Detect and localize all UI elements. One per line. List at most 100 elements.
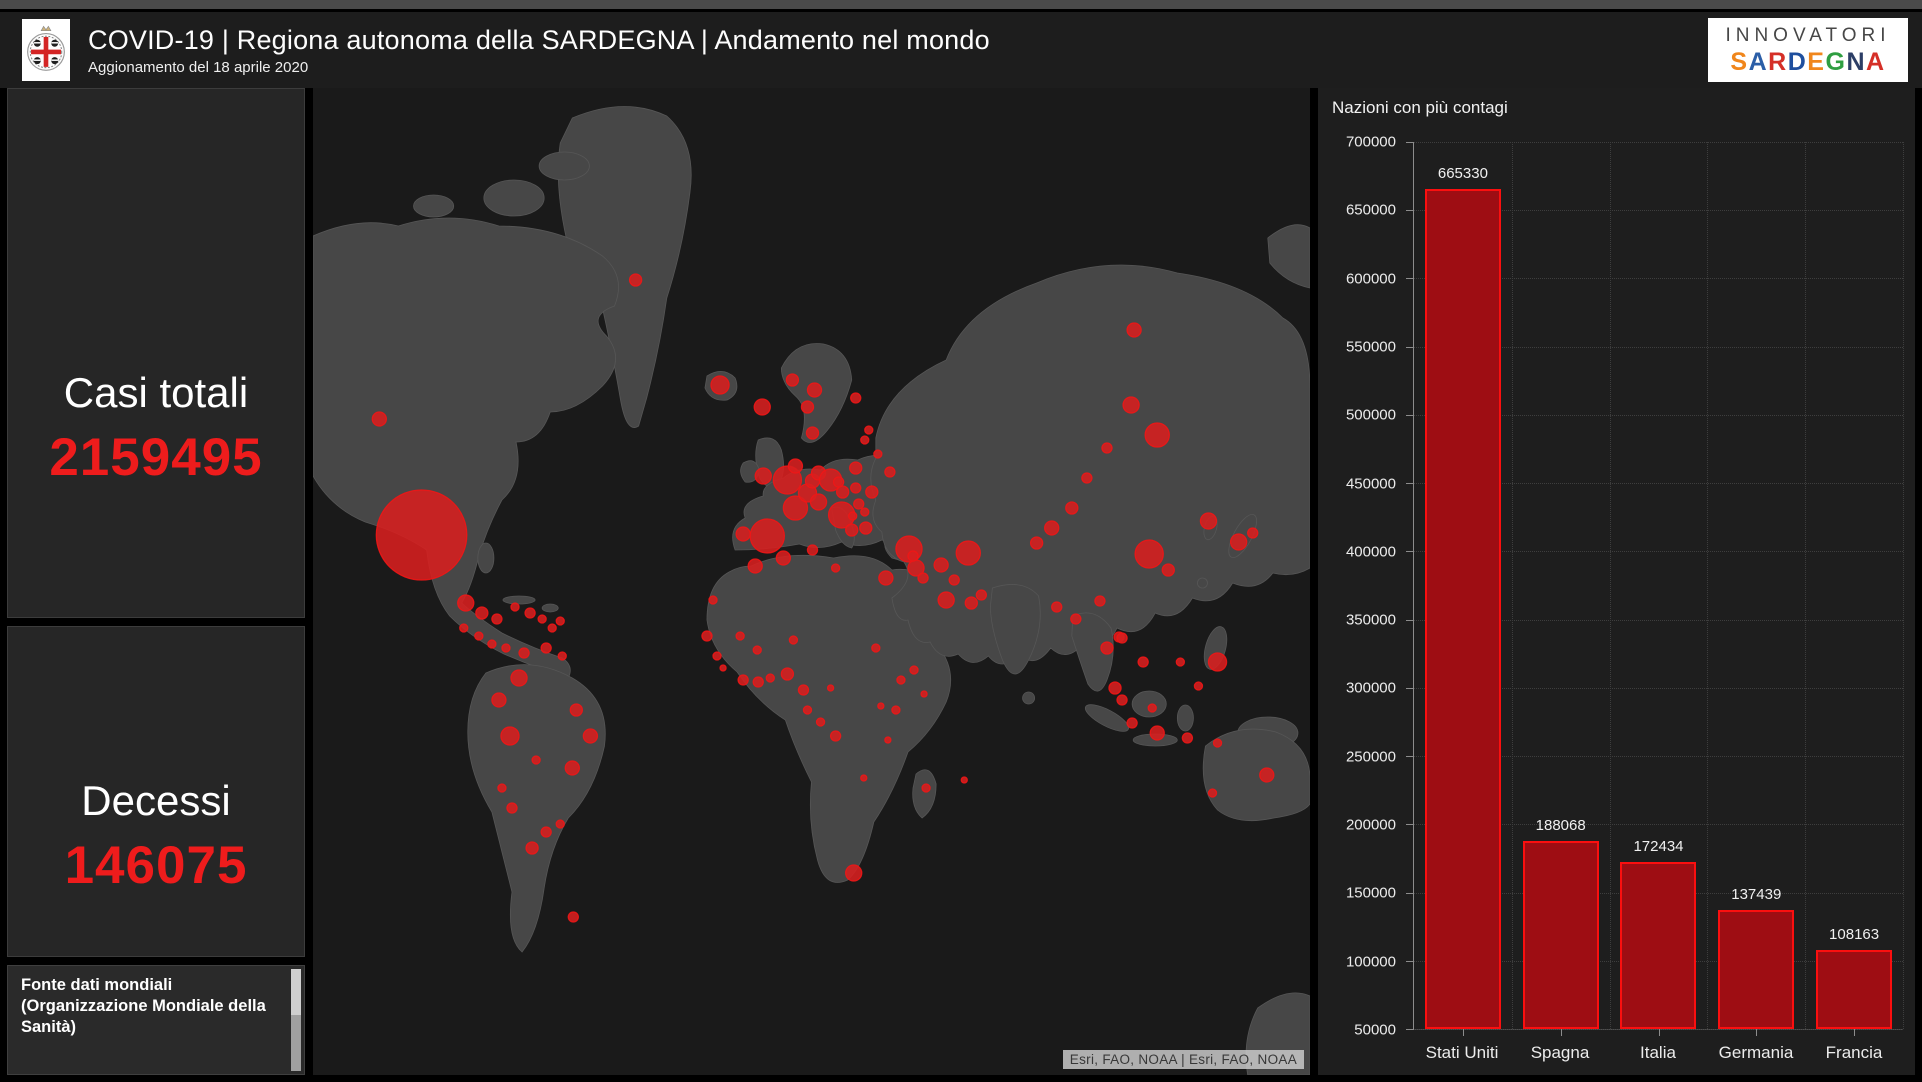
case-bubble[interactable] xyxy=(1045,521,1059,535)
case-bubble[interactable] xyxy=(565,761,579,775)
case-bubble[interactable] xyxy=(874,450,882,458)
case-bubble[interactable] xyxy=(965,597,977,609)
case-bubble[interactable] xyxy=(885,467,895,477)
case-bubble[interactable] xyxy=(846,865,862,881)
case-bubble[interactable] xyxy=(498,784,506,792)
case-bubble[interactable] xyxy=(781,668,793,680)
case-bubble[interactable] xyxy=(961,777,967,783)
case-bubble[interactable] xyxy=(570,704,582,716)
total-cases-card[interactable]: Casi totali 2159495 xyxy=(7,88,305,618)
case-bubble[interactable] xyxy=(786,374,798,386)
case-bubble[interactable] xyxy=(556,617,564,625)
case-bubble[interactable] xyxy=(376,490,466,580)
case-bubble[interactable] xyxy=(1208,653,1226,671)
case-bubble[interactable] xyxy=(548,624,556,632)
case-bubble[interactable] xyxy=(1082,473,1092,483)
case-bubble[interactable] xyxy=(934,558,948,572)
case-bubble[interactable] xyxy=(583,729,597,743)
case-bubble[interactable] xyxy=(460,624,468,632)
case-bubble[interactable] xyxy=(1145,423,1169,447)
case-bubble[interactable] xyxy=(1123,397,1139,413)
case-bubble[interactable] xyxy=(492,614,502,624)
case-bubble[interactable] xyxy=(630,274,642,286)
world-map-canvas[interactable] xyxy=(313,88,1310,1075)
case-bubble[interactable] xyxy=(1231,534,1247,550)
case-bubble[interactable] xyxy=(810,494,826,510)
deaths-card[interactable]: Decessi 146075 xyxy=(7,626,305,957)
case-bubble[interactable] xyxy=(755,468,771,484)
case-bubble[interactable] xyxy=(1208,789,1216,797)
source-scrollbar[interactable] xyxy=(291,969,301,1071)
case-bubble[interactable] xyxy=(832,564,840,572)
case-bubble[interactable] xyxy=(807,545,817,555)
bar-Francia[interactable] xyxy=(1816,950,1892,1029)
case-bubble[interactable] xyxy=(831,731,841,741)
case-bubble[interactable] xyxy=(1102,443,1112,453)
case-bubble[interactable] xyxy=(976,590,986,600)
case-bubble[interactable] xyxy=(541,827,551,837)
case-bubble[interactable] xyxy=(538,615,546,623)
case-bubble[interactable] xyxy=(766,674,774,682)
case-bubble[interactable] xyxy=(702,631,712,641)
bar-Spagna[interactable] xyxy=(1523,841,1599,1029)
case-bubble[interactable] xyxy=(1101,642,1113,654)
case-bubble[interactable] xyxy=(1066,502,1078,514)
case-bubble[interactable] xyxy=(1200,513,1216,529)
case-bubble[interactable] xyxy=(1260,768,1274,782)
case-bubble[interactable] xyxy=(851,483,861,493)
case-bubble[interactable] xyxy=(1194,682,1202,690)
case-bubble[interactable] xyxy=(568,912,578,922)
case-bubble[interactable] xyxy=(476,607,488,619)
case-bubble[interactable] xyxy=(807,383,821,397)
case-bubble[interactable] xyxy=(849,512,857,520)
case-bubble[interactable] xyxy=(501,727,519,745)
case-bubble[interactable] xyxy=(1052,602,1062,612)
case-bubble[interactable] xyxy=(866,486,878,498)
case-bubble[interactable] xyxy=(851,393,861,403)
case-bubble[interactable] xyxy=(860,522,872,534)
case-bubble[interactable] xyxy=(541,643,551,653)
case-bubble[interactable] xyxy=(532,756,540,764)
case-bubble[interactable] xyxy=(798,685,808,695)
case-bubble[interactable] xyxy=(789,636,797,644)
case-bubble[interactable] xyxy=(526,842,538,854)
case-bubble[interactable] xyxy=(918,573,928,583)
case-bubble[interactable] xyxy=(748,559,762,573)
case-bubble[interactable] xyxy=(1135,540,1163,568)
case-bubble[interactable] xyxy=(502,644,510,652)
case-bubble[interactable] xyxy=(1095,596,1105,606)
case-bubble[interactable] xyxy=(908,551,918,561)
bar-Italia[interactable] xyxy=(1620,862,1696,1029)
case-bubble[interactable] xyxy=(828,685,834,691)
case-bubble[interactable] xyxy=(720,665,726,671)
case-bubble[interactable] xyxy=(878,703,884,709)
case-bubble[interactable] xyxy=(511,603,519,611)
case-bubble[interactable] xyxy=(1148,704,1156,712)
case-bubble[interactable] xyxy=(846,524,858,536)
case-bubble[interactable] xyxy=(488,640,496,648)
case-bubble[interactable] xyxy=(1117,695,1127,705)
case-bubble[interactable] xyxy=(750,519,784,553)
case-bubble[interactable] xyxy=(753,677,763,687)
case-bubble[interactable] xyxy=(738,675,748,685)
case-bubble[interactable] xyxy=(1138,657,1148,667)
case-bubble[interactable] xyxy=(861,775,867,781)
case-bubble[interactable] xyxy=(892,706,900,714)
bar-Germania[interactable] xyxy=(1718,910,1794,1029)
map-attribution[interactable]: Esri, FAO, NOAA | Esri, FAO, NOAA xyxy=(1063,1050,1304,1069)
case-bubble[interactable] xyxy=(879,571,893,585)
case-bubble[interactable] xyxy=(372,412,386,426)
case-bubble[interactable] xyxy=(709,596,717,604)
case-bubble[interactable] xyxy=(1127,718,1137,728)
case-bubble[interactable] xyxy=(511,670,527,686)
case-bubble[interactable] xyxy=(558,652,566,660)
case-bubble[interactable] xyxy=(754,399,770,415)
case-bubble[interactable] xyxy=(1109,682,1121,694)
case-bubble[interactable] xyxy=(854,499,864,509)
source-scrollbar-thumb[interactable] xyxy=(291,969,301,1015)
case-bubble[interactable] xyxy=(507,803,517,813)
case-bubble[interactable] xyxy=(1182,733,1192,743)
case-bubble[interactable] xyxy=(713,652,721,660)
case-bubble[interactable] xyxy=(556,820,564,828)
case-bubble[interactable] xyxy=(922,784,930,792)
